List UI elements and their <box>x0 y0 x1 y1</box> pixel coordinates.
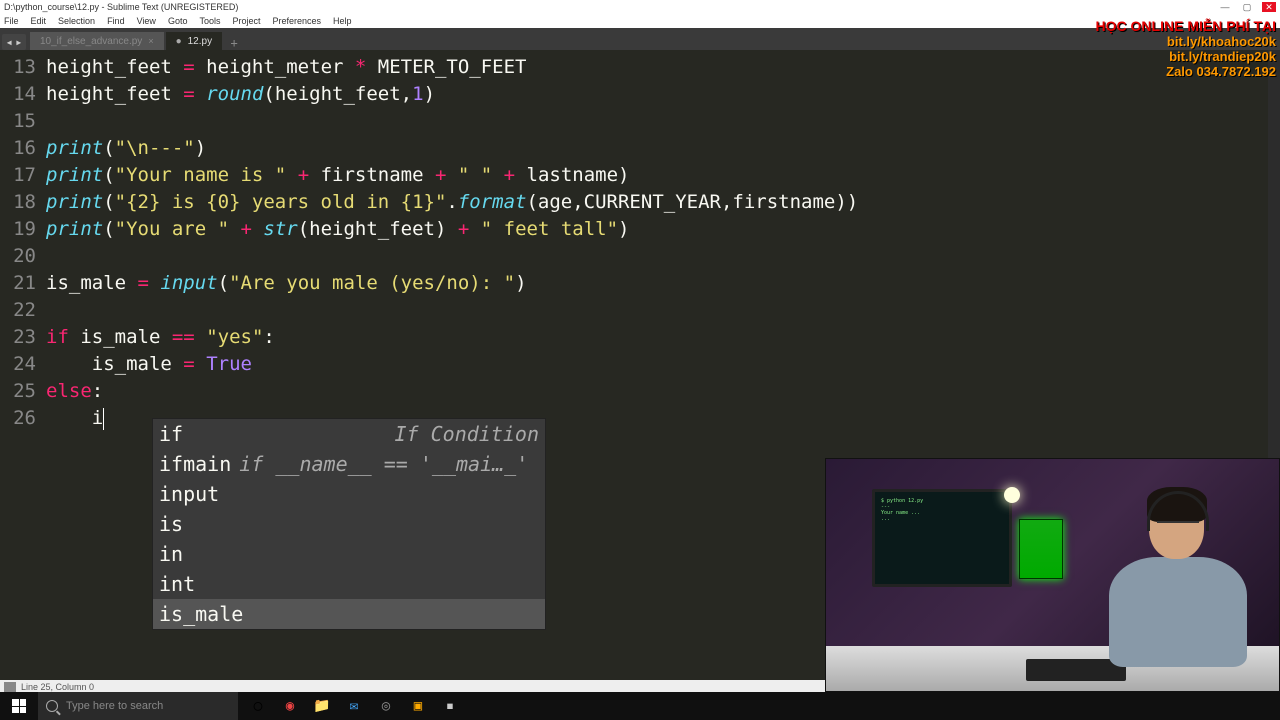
statusbar-icon[interactable] <box>4 682 16 692</box>
banner-link: bit.ly/trandiep20k <box>1096 49 1276 64</box>
line-number: 22 <box>0 297 36 324</box>
banner-header: HỌC ONLINE MIỄN PHÍ TẠI <box>1096 18 1276 34</box>
menu-edit[interactable]: Edit <box>31 16 47 26</box>
lamp-prop <box>1004 487 1020 503</box>
tab-close-icon[interactable]: × <box>148 36 153 46</box>
sublime-icon[interactable]: ▣ <box>404 692 432 720</box>
line-number: 18 <box>0 189 36 216</box>
new-tab-button[interactable]: + <box>224 36 244 50</box>
autocomplete-item[interactable]: int <box>153 569 545 599</box>
window-controls: — ▢ ✕ <box>1218 2 1276 12</box>
line-number: 20 <box>0 243 36 270</box>
chrome-icon[interactable]: ◉ <box>276 692 304 720</box>
autocomplete-item[interactable]: ifIf Condition <box>153 419 545 449</box>
autocomplete-item-selected[interactable]: is_male <box>153 599 545 629</box>
tab-inactive[interactable]: 10_if_else_advance.py × <box>30 32 164 50</box>
taskbar: Type here to search ◯ ◉ 📁 ✉ ◎ ▣ ▪ <box>0 692 1280 720</box>
search-placeholder: Type here to search <box>66 700 163 712</box>
windows-icon <box>12 699 26 713</box>
webcam-overlay: $ python 12.py---Your name ...... <box>825 458 1280 692</box>
status-text: Line 25, Column 0 <box>21 682 94 692</box>
task-icons: ◯ ◉ 📁 ✉ ◎ ▣ ▪ <box>244 692 464 720</box>
obs-icon[interactable]: ◎ <box>372 692 400 720</box>
explorer-icon[interactable]: 📁 <box>308 692 336 720</box>
banner-link: bit.ly/khoahoc20k <box>1096 34 1276 49</box>
line-gutter: 13 14 15 16 17 18 19 20 21 22 23 24 25 2… <box>0 50 46 680</box>
dirty-indicator-icon: ● <box>176 36 182 47</box>
maximize-icon[interactable]: ▢ <box>1240 2 1254 12</box>
line-number: 26 <box>0 405 36 432</box>
menu-find[interactable]: Find <box>107 16 125 26</box>
tab-label: 10_if_else_advance.py <box>40 36 142 47</box>
line-number: 25 <box>0 378 36 405</box>
overlay-banner: HỌC ONLINE MIỄN PHÍ TẠI bit.ly/khoahoc20… <box>1096 18 1276 79</box>
line-number: 17 <box>0 162 36 189</box>
tabbar: ◀ ▶ 10_if_else_advance.py × ● 12.py + <box>0 28 1280 50</box>
search-icon <box>46 700 58 712</box>
line-number: 16 <box>0 135 36 162</box>
minimize-icon[interactable]: — <box>1218 2 1232 12</box>
tab-active[interactable]: ● 12.py <box>166 32 223 50</box>
start-button[interactable] <box>0 692 38 720</box>
terminal-icon[interactable]: ▪ <box>436 692 464 720</box>
menu-tools[interactable]: Tools <box>199 16 220 26</box>
line-number: 23 <box>0 324 36 351</box>
autocomplete-item[interactable]: ifmainif __name__ == '__mai…_' <box>153 449 545 479</box>
window-title: D:\python_course\12.py - Sublime Text (U… <box>4 2 1218 12</box>
tab-label: 12.py <box>188 36 212 47</box>
autocomplete-item[interactable]: is <box>153 509 545 539</box>
menu-file[interactable]: File <box>4 16 19 26</box>
titlebar: D:\python_course\12.py - Sublime Text (U… <box>0 0 1280 14</box>
cortana-icon[interactable]: ◯ <box>244 692 272 720</box>
line-number: 19 <box>0 216 36 243</box>
mail-icon[interactable]: ✉ <box>340 692 368 720</box>
tab-nav-arrows[interactable]: ◀ ▶ <box>2 34 26 50</box>
menu-preferences[interactable]: Preferences <box>272 16 321 26</box>
person-prop <box>1079 479 1259 679</box>
menu-project[interactable]: Project <box>232 16 260 26</box>
autocomplete-popup: ifIf Condition ifmainif __name__ == '__m… <box>152 418 546 630</box>
autocomplete-item[interactable]: in <box>153 539 545 569</box>
menubar: File Edit Selection Find View Goto Tools… <box>0 14 1280 28</box>
text-cursor <box>103 408 104 430</box>
menu-help[interactable]: Help <box>333 16 352 26</box>
pc-case-prop <box>1019 519 1063 579</box>
menu-view[interactable]: View <box>137 16 156 26</box>
line-number: 13 <box>0 54 36 81</box>
line-number: 21 <box>0 270 36 297</box>
menu-selection[interactable]: Selection <box>58 16 95 26</box>
line-number: 14 <box>0 81 36 108</box>
monitor-prop: $ python 12.py---Your name ...... <box>872 489 1012 587</box>
menu-goto[interactable]: Goto <box>168 16 188 26</box>
banner-link: Zalo 034.7872.192 <box>1096 64 1276 79</box>
autocomplete-item[interactable]: input <box>153 479 545 509</box>
search-input[interactable]: Type here to search <box>38 692 238 720</box>
line-number: 24 <box>0 351 36 378</box>
line-number: 15 <box>0 108 36 135</box>
close-icon[interactable]: ✕ <box>1262 2 1276 12</box>
